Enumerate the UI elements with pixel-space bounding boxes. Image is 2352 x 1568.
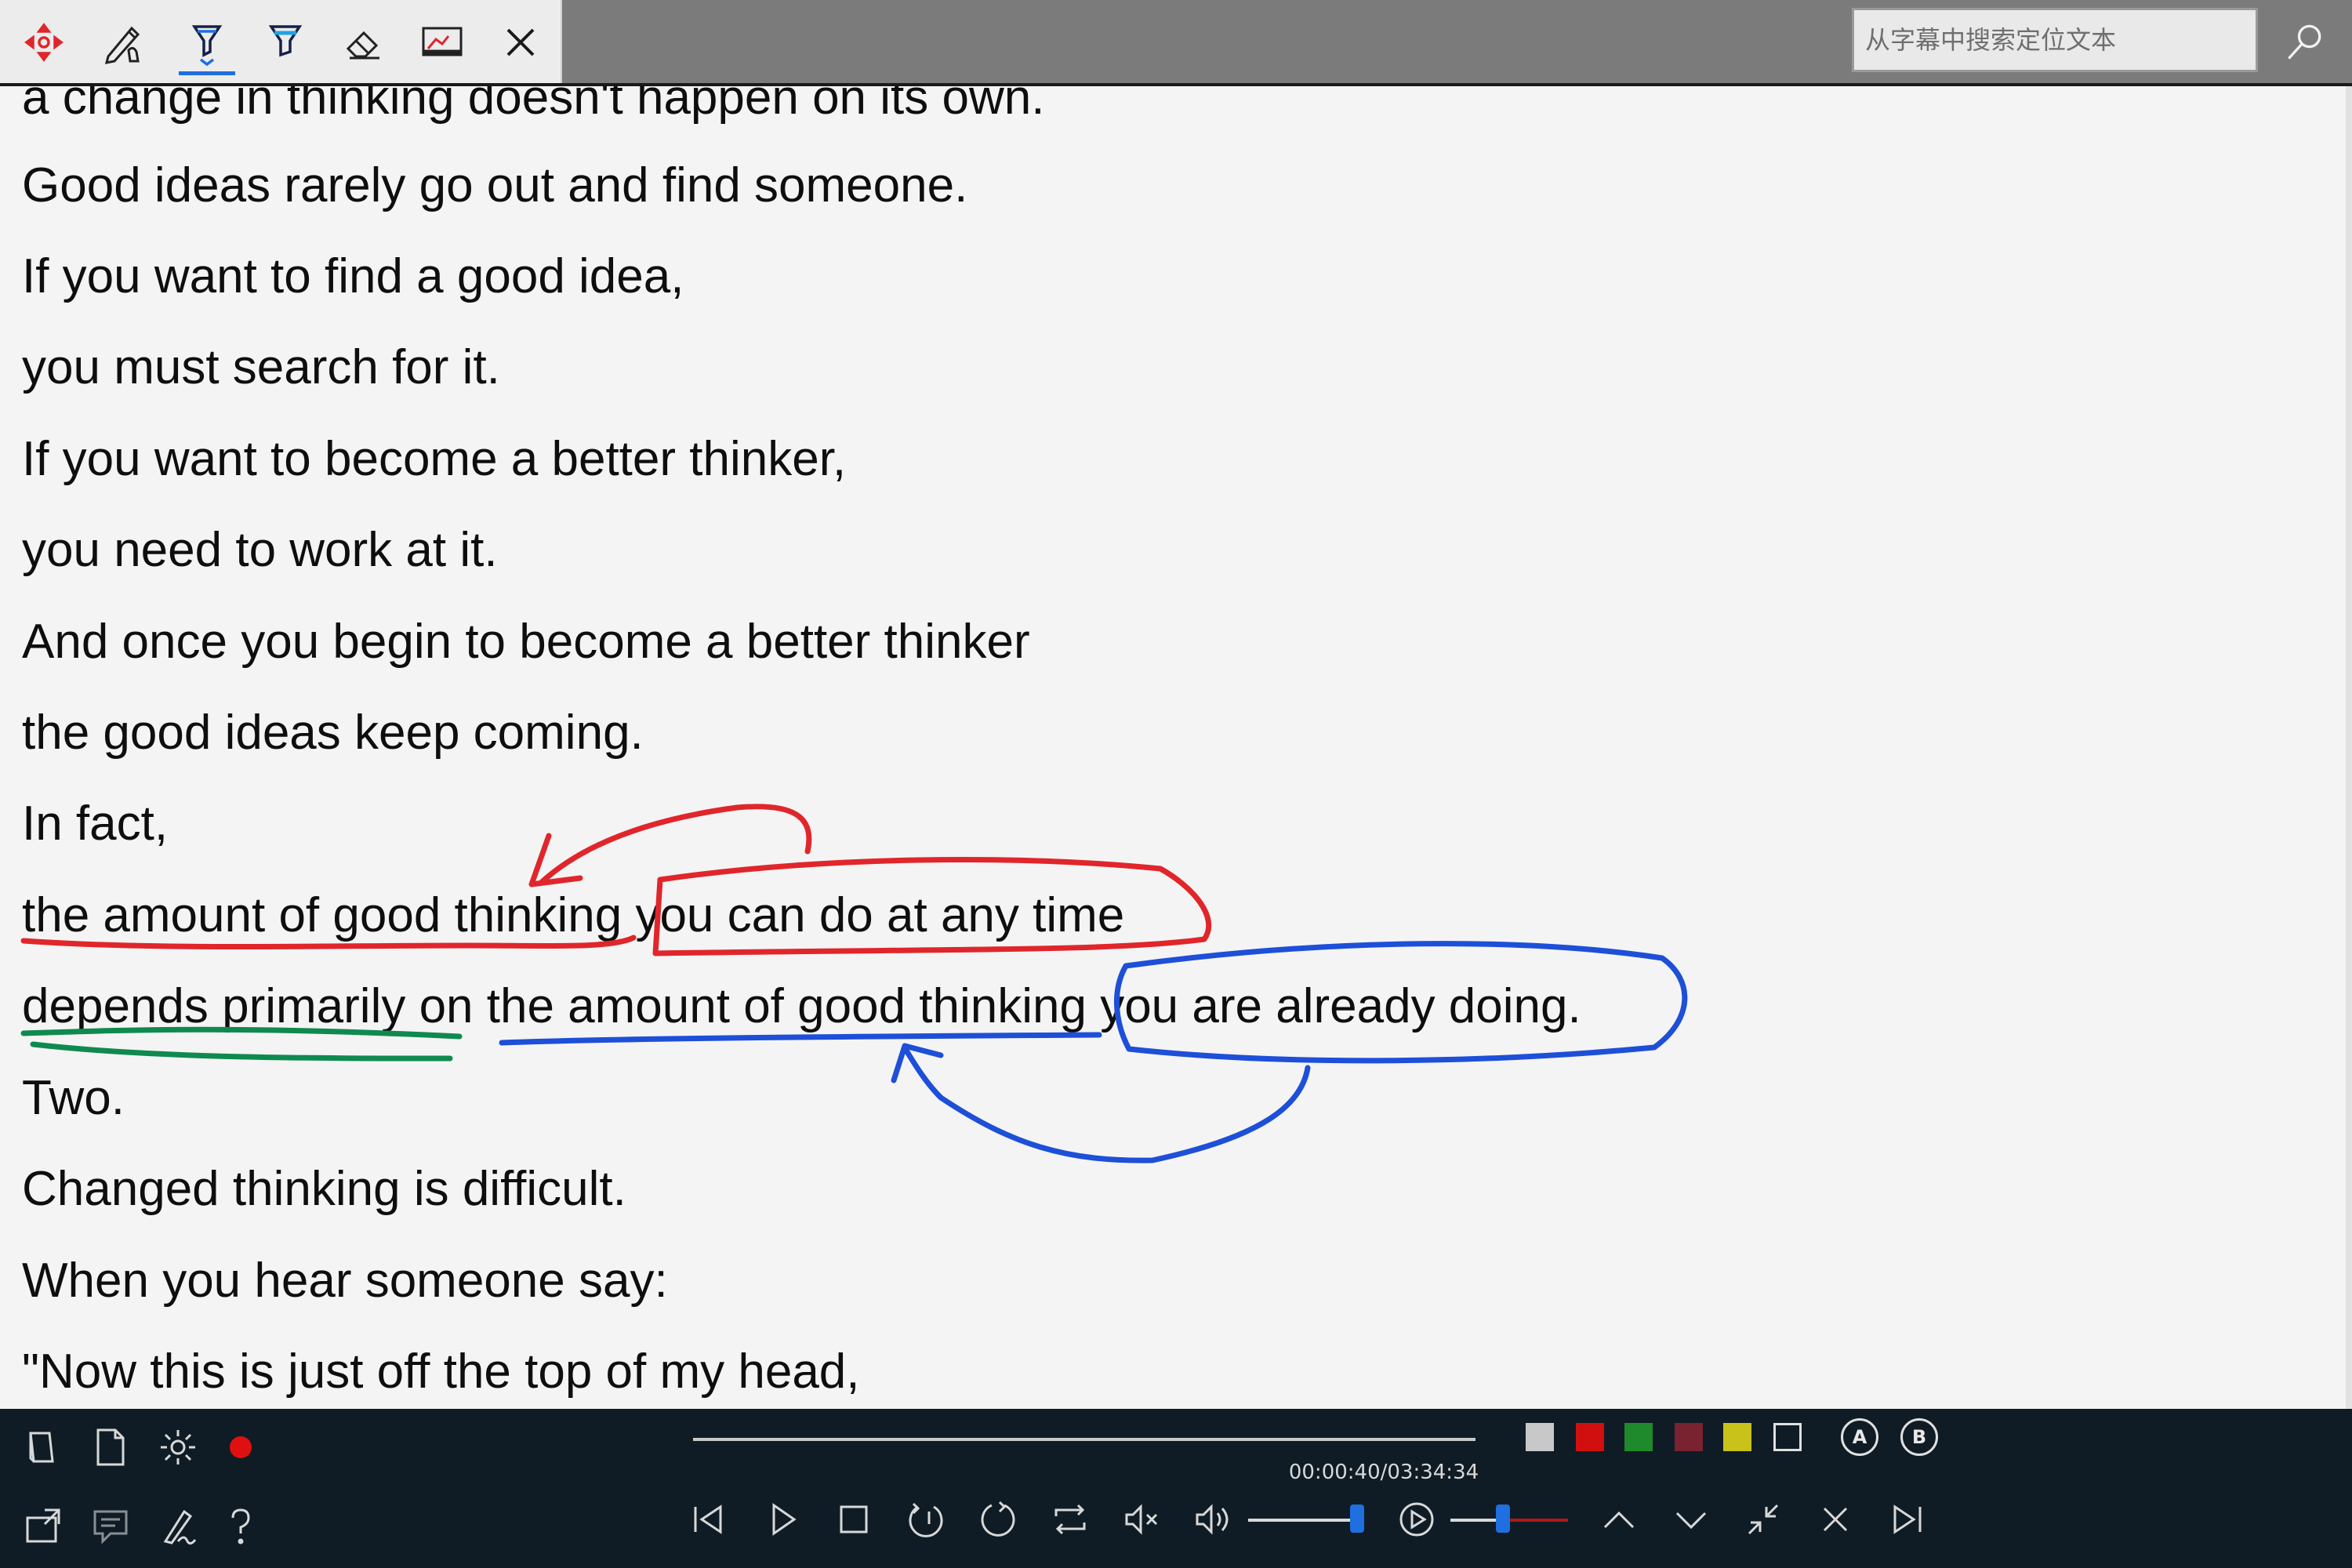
scrollbar[interactable] [2346, 86, 2352, 1409]
search-input[interactable] [1854, 10, 2256, 70]
player-bar: 00:00:40/03:34:34 A B [0, 1409, 2352, 1568]
transcript-line[interactable]: the good ideas keep coming. [22, 709, 644, 757]
volume-icon[interactable] [1187, 1492, 1242, 1547]
transcript-line[interactable]: If you want to become a better thinker, [22, 435, 846, 484]
play-icon[interactable] [754, 1492, 809, 1547]
pen-cursor-icon[interactable] [89, 11, 155, 74]
transcript-line[interactable]: Good ideas rarely go out and find someon… [22, 162, 967, 210]
record-icon[interactable] [213, 1420, 268, 1475]
color-swatch-green[interactable] [1624, 1423, 1653, 1451]
transcript-line[interactable]: And once you begin to become a better th… [22, 618, 1030, 666]
book-icon[interactable] [16, 1420, 71, 1475]
speed-slider-thumb[interactable] [1496, 1504, 1510, 1533]
shrink-icon[interactable] [1736, 1492, 1791, 1547]
color-swatch-yellow[interactable] [1723, 1423, 1751, 1451]
color-swatch-maroon[interactable] [1675, 1423, 1703, 1451]
color-swatch-none[interactable] [1773, 1423, 1802, 1451]
time-display: 00:00:40/03:34:34 [1288, 1461, 1479, 1484]
transcript-line[interactable]: Changed thinking is difficult. [22, 1165, 626, 1214]
replay-one-icon[interactable] [898, 1492, 953, 1547]
repeat-icon[interactable] [1043, 1492, 1098, 1547]
transcript-line[interactable]: In fact, [22, 800, 168, 848]
settings-icon[interactable] [151, 1420, 205, 1475]
progress-bar[interactable] [693, 1438, 1475, 1441]
top-bar [0, 0, 2352, 86]
mute-icon[interactable] [1115, 1492, 1170, 1547]
signature-icon[interactable] [151, 1498, 205, 1553]
previous-icon[interactable] [681, 1492, 735, 1547]
transcript-line[interactable]: a change in thinking doesn't happen on i… [22, 86, 1044, 122]
scroll-up-icon[interactable] [1592, 1492, 1646, 1547]
transcript-line[interactable]: depends primarily on the amount of good … [22, 982, 1581, 1031]
next-icon[interactable] [1880, 1492, 1935, 1547]
stop-icon[interactable] [826, 1492, 881, 1547]
color-swatch-gray[interactable] [1526, 1423, 1554, 1451]
move-target-icon[interactable] [11, 11, 77, 74]
scroll-down-icon[interactable] [1664, 1492, 1719, 1547]
volume-slider[interactable] [1248, 1519, 1352, 1522]
a-point-button[interactable]: A [1841, 1418, 1878, 1456]
close-icon[interactable] [1808, 1492, 1863, 1547]
transcript-line[interactable]: Two. [22, 1074, 125, 1123]
b-point-button[interactable]: B [1900, 1418, 1938, 1456]
loop-icon[interactable] [971, 1492, 1025, 1547]
marker-icon[interactable] [174, 11, 240, 75]
transcript-panel: a change in thinking doesn't happen on i… [0, 86, 2346, 1409]
subtitle-icon[interactable] [83, 1498, 138, 1553]
help-icon[interactable] [213, 1498, 268, 1553]
transcript-line[interactable]: When you hear someone say: [22, 1257, 668, 1305]
annotation-toolbar [0, 0, 562, 83]
transcript-line[interactable]: the amount of good thinking you can do a… [22, 891, 1124, 940]
whiteboard-icon[interactable] [409, 11, 475, 74]
transcript-line[interactable]: you need to work at it. [22, 526, 498, 575]
document-icon[interactable] [83, 1420, 138, 1475]
transcript-line[interactable]: "Now this is just off the top of my head… [22, 1348, 860, 1396]
marker-blue-icon[interactable] [252, 11, 318, 74]
eraser-icon[interactable] [331, 11, 397, 74]
search-icon[interactable] [2274, 11, 2336, 74]
popout-icon[interactable] [16, 1498, 71, 1553]
search-box [1852, 8, 2258, 72]
volume-slider-thumb[interactable] [1350, 1504, 1364, 1533]
transcript-line[interactable]: you must search for it. [22, 343, 500, 392]
close-icon[interactable] [488, 11, 554, 74]
speed-icon[interactable] [1389, 1492, 1444, 1547]
transcript-line[interactable]: If you want to find a good idea, [22, 252, 684, 301]
color-swatch-red[interactable] [1576, 1423, 1604, 1451]
